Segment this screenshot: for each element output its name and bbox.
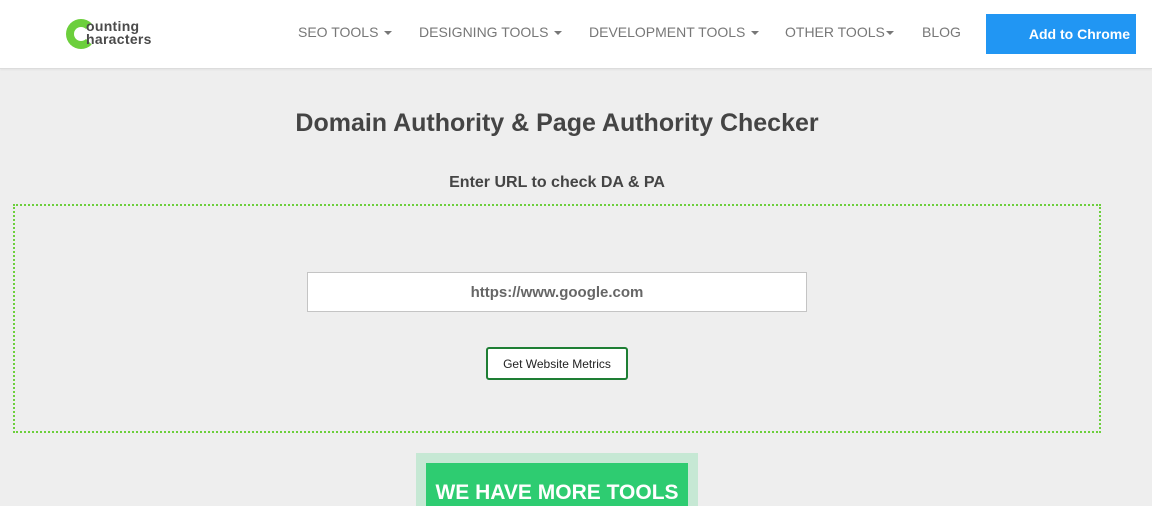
chevron-down-icon bbox=[885, 31, 894, 36]
input-instruction: Enter URL to check DA & PA bbox=[449, 174, 665, 191]
more-tools-button[interactable]: WE HAVE MORE TOOLS bbox=[426, 463, 688, 506]
page-title: Domain Authority & Page Authority Checke… bbox=[295, 109, 819, 137]
logo-line-2: haracters bbox=[86, 31, 152, 47]
site-logo[interactable]: ounting haracters bbox=[64, 16, 184, 52]
nav-development-tools[interactable]: DEVELOPMENT TOOLS bbox=[589, 24, 760, 40]
add-to-chrome-button[interactable]: Add to Chrome bbox=[986, 14, 1136, 54]
nav-label: DEVELOPMENT TOOLS bbox=[589, 24, 746, 40]
checker-form-container bbox=[13, 204, 1101, 433]
logo-text: ounting haracters bbox=[86, 19, 152, 47]
nav-label: DESIGNING TOOLS bbox=[419, 24, 549, 40]
nav-label: BLOG bbox=[922, 24, 961, 40]
nav-label: OTHER TOOLS bbox=[785, 24, 885, 40]
get-website-metrics-button[interactable]: Get Website Metrics bbox=[486, 347, 628, 380]
nav-seo-tools[interactable]: SEO TOOLS bbox=[298, 24, 393, 40]
site-header: ounting haracters SEO TOOLS DESIGNING TO… bbox=[0, 0, 1152, 69]
nav-blog[interactable]: BLOG bbox=[922, 24, 961, 40]
nav-label: SEO TOOLS bbox=[298, 24, 379, 40]
chevron-down-icon bbox=[751, 31, 760, 36]
url-input[interactable] bbox=[307, 272, 807, 312]
chevron-down-icon bbox=[554, 31, 563, 36]
nav-designing-tools[interactable]: DESIGNING TOOLS bbox=[419, 24, 563, 40]
nav-other-tools[interactable]: OTHER TOOLS bbox=[785, 24, 894, 40]
chevron-down-icon bbox=[384, 31, 393, 36]
